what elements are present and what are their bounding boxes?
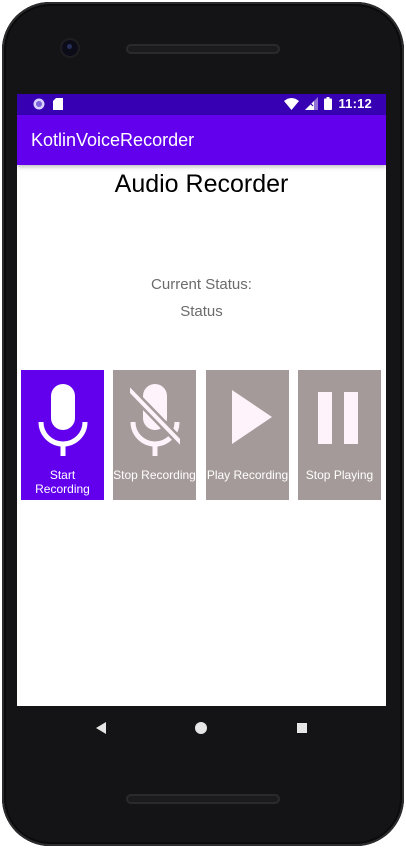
wifi-icon bbox=[284, 97, 300, 110]
stop-playing-label: Stop Playing bbox=[305, 468, 374, 482]
front-camera bbox=[62, 40, 78, 56]
sd-card-icon bbox=[53, 98, 63, 110]
home-icon[interactable] bbox=[195, 722, 207, 734]
cell-signal-icon bbox=[305, 97, 319, 110]
recent-apps-icon[interactable] bbox=[297, 723, 307, 733]
back-icon[interactable] bbox=[95, 722, 107, 734]
phone-frame: 11:12 KotlinVoiceRecorder Audio Recorder… bbox=[0, 0, 406, 848]
start-recording-button[interactable]: Start Recording bbox=[21, 370, 104, 500]
sync-icon bbox=[33, 98, 45, 110]
pause-icon bbox=[318, 392, 358, 444]
earpiece-speaker bbox=[126, 44, 280, 54]
battery-icon bbox=[324, 97, 333, 110]
status-bar: 11:12 bbox=[17, 94, 386, 115]
bottom-speaker bbox=[126, 794, 280, 804]
start-recording-label: Start Recording bbox=[35, 468, 90, 496]
stop-recording-label: Stop Recording bbox=[113, 468, 196, 482]
app-title: KotlinVoiceRecorder bbox=[31, 130, 195, 150]
app-bar: KotlinVoiceRecorder bbox=[17, 115, 386, 165]
play-icon bbox=[232, 390, 272, 444]
status-bar-left bbox=[33, 98, 63, 110]
status-text: Status bbox=[180, 303, 223, 320]
status-time: 11:12 bbox=[338, 96, 372, 111]
page-title: Audio Recorder bbox=[114, 170, 289, 198]
status-bar-right: 11:12 bbox=[284, 96, 372, 111]
device-screen: 11:12 KotlinVoiceRecorder Audio Recorder… bbox=[17, 94, 386, 706]
mic-icon bbox=[38, 384, 88, 456]
navigation-bar bbox=[17, 706, 386, 750]
mic-off-icon bbox=[130, 383, 180, 456]
play-recording-button[interactable]: Play Recording bbox=[206, 370, 289, 500]
stop-playing-button[interactable]: Stop Playing bbox=[298, 370, 381, 500]
current-status-label: Current Status: bbox=[151, 276, 252, 293]
play-recording-label: Play Recording bbox=[206, 468, 289, 482]
stop-recording-button[interactable]: Stop Recording bbox=[113, 370, 196, 500]
